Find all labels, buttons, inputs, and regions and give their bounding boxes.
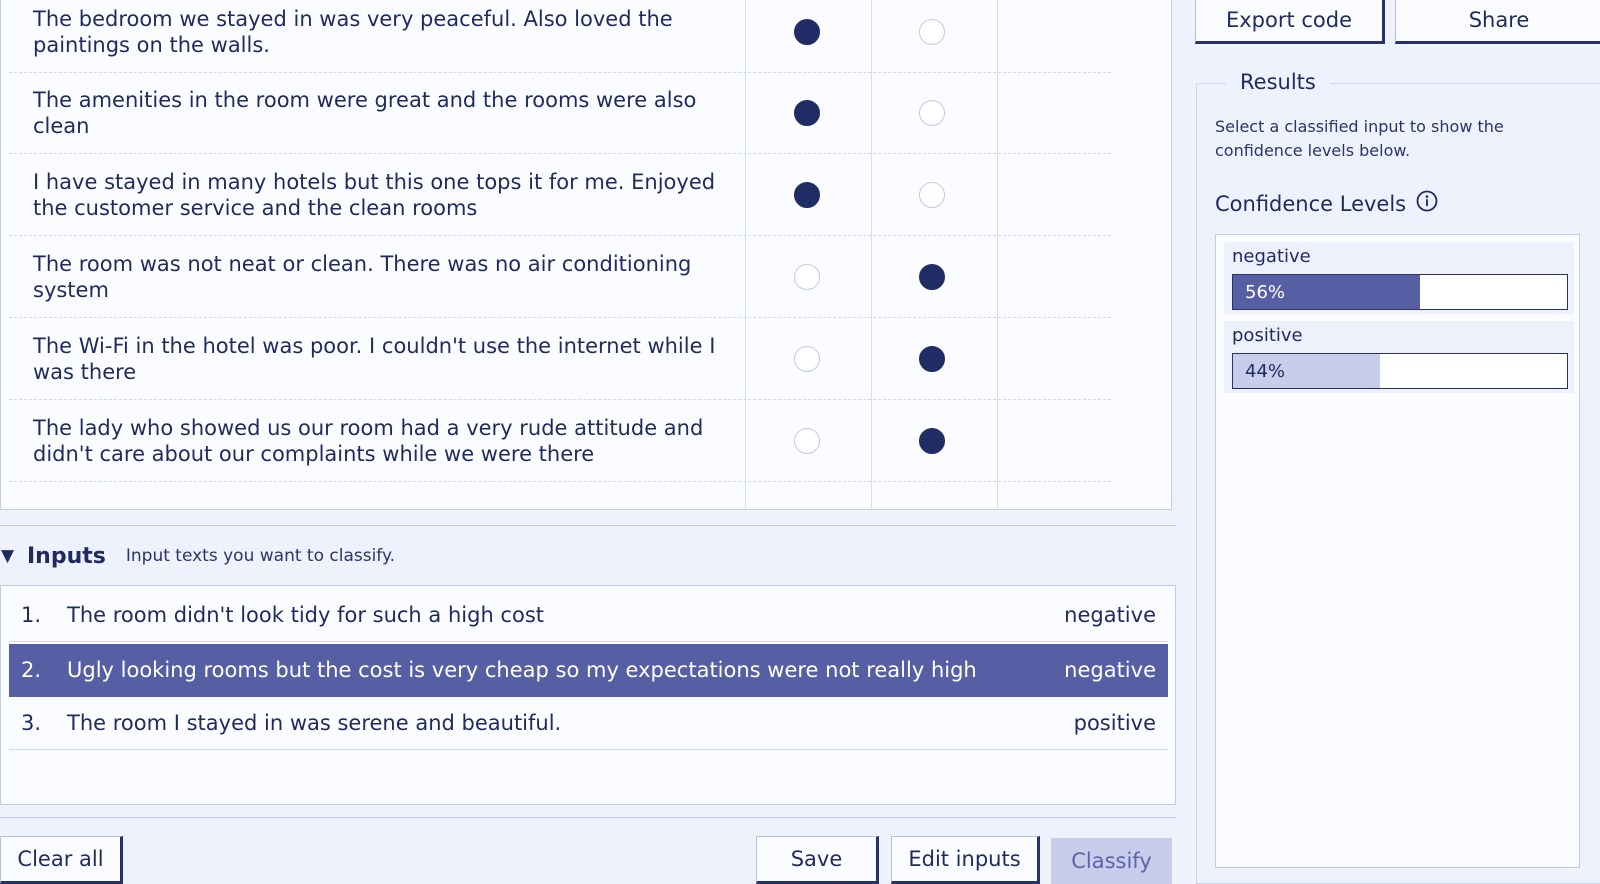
example-text[interactable]: The Wi-Fi in the hotel was poor. I could…	[33, 318, 733, 399]
radio-positive-icon[interactable]	[794, 19, 820, 45]
section-divider	[0, 525, 1176, 526]
confidence-label: negative	[1232, 246, 1311, 267]
input-row[interactable]: 3. The room I stayed in was serene and be…	[9, 697, 1168, 750]
radio-positive-icon[interactable]	[794, 346, 820, 372]
input-number: 2.	[21, 658, 42, 682]
edit-inputs-button[interactable]: Edit inputs	[891, 836, 1040, 884]
inputs-title: Inputs	[27, 543, 106, 569]
radio-positive-icon[interactable]	[794, 428, 820, 454]
inputs-subtitle: Input texts you want to classify.	[125, 546, 396, 566]
results-description: Select a classified input to show the co…	[1215, 117, 1504, 160]
input-number: 1.	[21, 603, 42, 627]
example-text[interactable]: Poor customer service and the rooms had …	[33, 482, 733, 509]
input-row[interactable]: 2. Ugly looking rooms but the cost is ver…	[9, 644, 1168, 697]
input-row[interactable]: 1. The room didn't look tidy for such a h…	[9, 589, 1168, 642]
radio-negative-icon[interactable]	[919, 428, 945, 454]
radio-positive-icon[interactable]	[794, 100, 820, 126]
example-row: The lady who showed us our room had a ve…	[9, 400, 1111, 482]
input-label: negative	[1064, 603, 1156, 627]
confidence-item: positive 44%	[1224, 321, 1574, 393]
confidence-percent: 56%	[1245, 281, 1286, 303]
confidence-percent: 44%	[1245, 360, 1286, 382]
example-row: The Wi-Fi in the hotel was poor. I could…	[9, 318, 1111, 400]
example-row: The amenities in the room were great and…	[9, 72, 1111, 154]
section-divider	[0, 817, 1176, 818]
confidence-item: negative 56%	[1224, 242, 1574, 314]
example-row: Poor customer service and the rooms had …	[9, 482, 1111, 509]
inputs-header[interactable]: ▼ Inputs Input texts you want to classif…	[0, 540, 395, 572]
classify-button[interactable]: Classify	[1051, 838, 1172, 884]
export-code-button[interactable]: Export code	[1195, 0, 1385, 44]
input-number: 3.	[21, 711, 42, 735]
radio-negative-icon[interactable]	[919, 264, 945, 290]
example-text[interactable]: The amenities in the room were great and…	[33, 72, 733, 153]
input-text: The room didn't look tidy for such a hig…	[67, 603, 544, 627]
example-text[interactable]: The bedroom we stayed in was very peacef…	[33, 0, 733, 72]
confidence-bar: 56%	[1232, 274, 1568, 310]
save-button[interactable]: Save	[756, 836, 879, 884]
radio-negative-icon[interactable]	[919, 100, 945, 126]
example-row: The room was not neat or clean. There wa…	[9, 236, 1111, 318]
confidence-bar: 44%	[1232, 353, 1568, 389]
example-text[interactable]: The room was not neat or clean. There wa…	[33, 236, 733, 317]
input-text: Ugly looking rooms but the cost is very …	[67, 658, 977, 682]
example-text[interactable]: I have stayed in many hotels but this on…	[33, 154, 733, 235]
results-legend: Results	[1226, 70, 1330, 94]
confidence-levels-label: Confidence Levels	[1215, 191, 1407, 216]
clear-all-button[interactable]: Clear all	[0, 836, 123, 884]
radio-negative-icon[interactable]	[919, 19, 945, 45]
inputs-list: 1. The room didn't look tidy for such a h…	[0, 585, 1176, 805]
radio-negative-icon[interactable]	[919, 346, 945, 372]
example-row: The bedroom we stayed in was very peacef…	[9, 0, 1111, 73]
radio-negative-icon[interactable]	[919, 182, 945, 208]
example-text[interactable]: The lady who showed us our room had a ve…	[33, 400, 733, 481]
confidence-levels-panel: negative 56% positive 44%	[1215, 234, 1580, 868]
input-label: negative	[1064, 658, 1156, 682]
confidence-levels-title: Confidence Levels	[1215, 190, 1438, 217]
radio-positive-icon[interactable]	[794, 264, 820, 290]
input-label: positive	[1073, 711, 1156, 735]
input-text: The room I stayed in was serene and beau…	[67, 711, 562, 735]
info-icon[interactable]	[1416, 190, 1438, 217]
examples-table: The bedroom we stayed in was very peacef…	[0, 0, 1172, 510]
example-row: I have stayed in many hotels but this on…	[9, 154, 1111, 236]
triangle-down-icon[interactable]: ▼	[1, 546, 23, 566]
confidence-label: positive	[1232, 325, 1303, 346]
radio-positive-icon[interactable]	[794, 182, 820, 208]
share-button[interactable]: Share	[1395, 0, 1600, 44]
